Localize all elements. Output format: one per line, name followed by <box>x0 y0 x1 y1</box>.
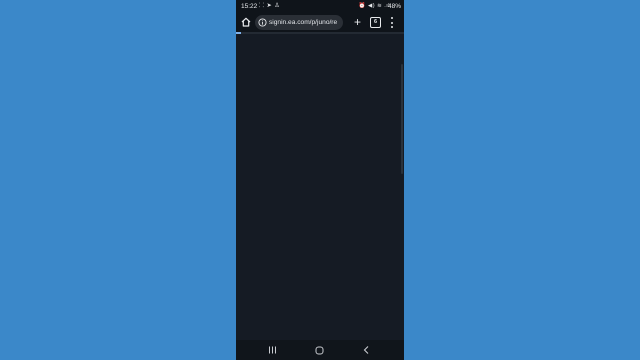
notification-icons: ⸬ ➤ ♙ <box>259 3 281 9</box>
url-text[interactable]: signin.ea.com/p/juno/re <box>269 15 341 30</box>
system-status-icons: ⏰ ◀) ≋ .ıl <box>358 3 390 9</box>
web-content[interactable] <box>236 34 404 340</box>
battery-level: 48% <box>387 3 401 10</box>
new-tab-icon[interactable]: + <box>351 15 364 29</box>
info-icon[interactable] <box>258 18 267 27</box>
nav-recents-icon[interactable] <box>268 346 277 354</box>
tab-count: 6 <box>373 19 378 25</box>
more-menu-icon[interactable] <box>387 16 397 29</box>
phone-screen: 15:22 ⸬ ➤ ♙ ⏰ ◀) ≋ .ıl 48% signin.ea.com… <box>236 0 404 360</box>
browser-toolbar: signin.ea.com/p/juno/re + 6 <box>236 13 404 32</box>
status-bar: 15:22 ⸬ ➤ ♙ ⏰ ◀) ≋ .ıl 48% <box>236 0 404 13</box>
nav-back-icon[interactable] <box>362 345 371 355</box>
nav-home-icon[interactable] <box>315 346 324 355</box>
system-nav-bar <box>236 340 404 360</box>
scrollbar[interactable] <box>401 64 403 174</box>
home-icon[interactable] <box>240 16 252 28</box>
address-bar[interactable]: signin.ea.com/p/juno/re <box>255 15 343 30</box>
tab-switcher-icon[interactable]: 6 <box>370 17 381 28</box>
status-time: 15:22 <box>241 3 258 10</box>
